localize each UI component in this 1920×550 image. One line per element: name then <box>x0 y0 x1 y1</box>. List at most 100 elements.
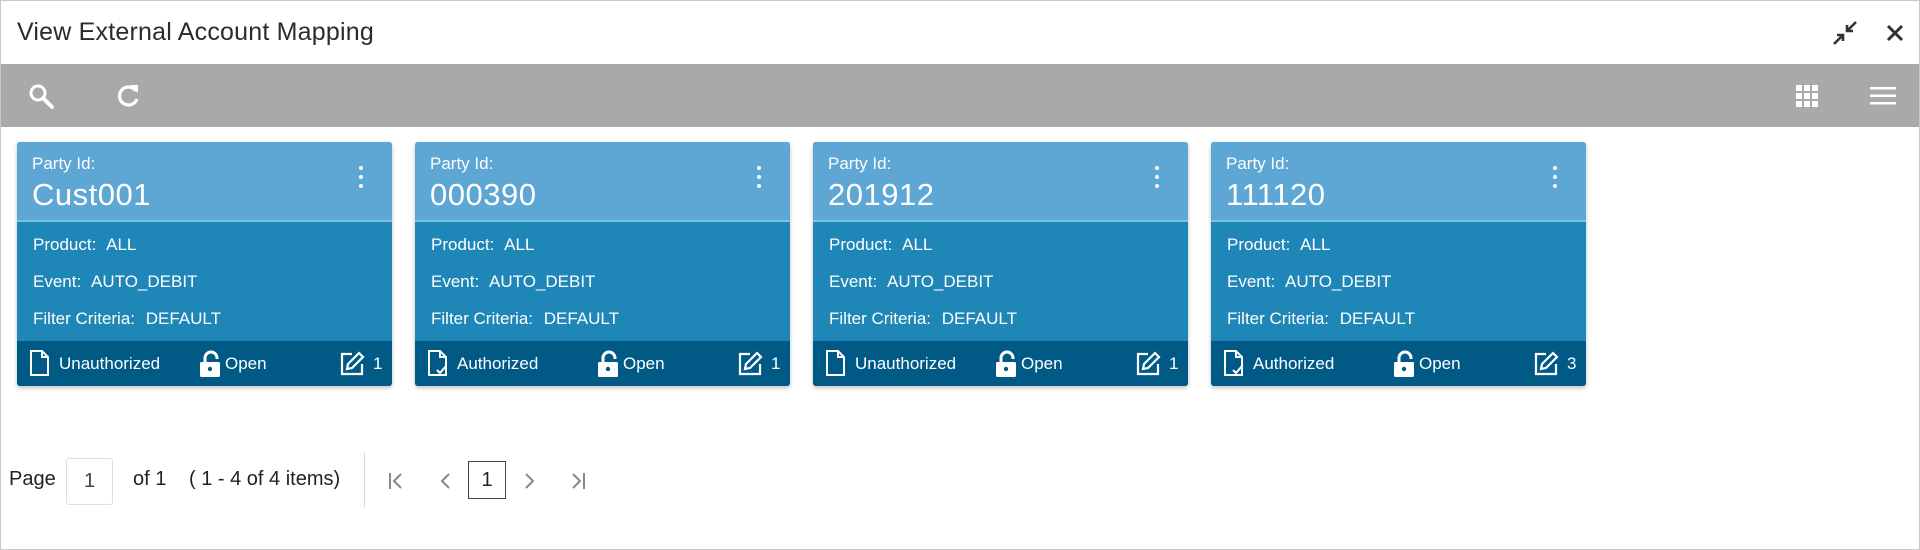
previous-page-icon[interactable] <box>432 468 458 494</box>
unlock-icon <box>199 350 223 378</box>
product-row: Product: ALL <box>829 232 1188 269</box>
record-status-text: Open <box>1021 353 1063 373</box>
filter-criteria-value: DEFAULT <box>543 309 620 328</box>
authorized-doc-icon <box>427 349 449 378</box>
filter-criteria-row: Filter Criteria: DEFAULT <box>1227 306 1586 343</box>
event-value: AUTO_DEBIT <box>887 272 994 291</box>
next-page-icon[interactable] <box>517 468 543 494</box>
record-status-text: Open <box>1419 353 1461 373</box>
product-label: Product: <box>1227 235 1291 254</box>
card-header: Party Id: 201912 <box>813 142 1188 222</box>
edit-icon <box>737 350 763 377</box>
card-menu-icon[interactable] <box>1550 166 1560 188</box>
minimize-icon[interactable] <box>1831 19 1859 47</box>
edit-icon <box>339 350 365 377</box>
authorization-status: Unauthorized <box>825 341 956 386</box>
card-menu-icon[interactable] <box>1152 166 1162 188</box>
party-id-value: 000390 <box>430 177 537 212</box>
card-footer: Authorized Open <box>1211 341 1586 386</box>
list-view-icon[interactable] <box>1867 80 1899 112</box>
card-header: Party Id: Cust001 <box>17 142 392 222</box>
search-icon[interactable] <box>25 80 57 112</box>
authorization-status: Authorized <box>427 341 538 386</box>
card-body: Product: ALL Event: AUTO_DEBIT Filter Cr… <box>17 222 392 339</box>
record-status: Open <box>1393 341 1461 386</box>
event-value: AUTO_DEBIT <box>1285 272 1392 291</box>
filter-criteria-row: Filter Criteria: DEFAULT <box>829 306 1188 343</box>
party-id-value: 201912 <box>828 177 935 212</box>
unlock-icon <box>995 350 1019 378</box>
product-value: ALL <box>902 235 933 254</box>
event-value: AUTO_DEBIT <box>489 272 596 291</box>
card-menu-icon[interactable] <box>356 166 366 188</box>
record-status: Open <box>995 341 1063 386</box>
record-status: Open <box>199 341 267 386</box>
window-title: View External Account Mapping <box>17 18 374 46</box>
items-summary: ( 1 - 4 of 4 items) <box>189 468 341 490</box>
current-page-button[interactable]: 1 <box>468 461 506 499</box>
product-row: Product: ALL <box>33 232 392 269</box>
close-icon[interactable] <box>1881 19 1909 47</box>
event-row: Event: AUTO_DEBIT <box>33 269 392 306</box>
event-value: AUTO_DEBIT <box>91 272 198 291</box>
record-card[interactable]: Party Id: Cust001 Product: ALL Event: AU… <box>17 142 392 386</box>
event-label: Event: <box>431 272 480 291</box>
pager-divider <box>364 453 365 507</box>
authorization-status-text: Authorized <box>457 353 539 373</box>
card-menu-icon[interactable] <box>754 166 764 188</box>
page-number-input[interactable]: 1 <box>66 458 113 505</box>
product-row: Product: ALL <box>431 232 790 269</box>
refresh-icon[interactable] <box>112 80 144 112</box>
filter-criteria-label: Filter Criteria: <box>829 309 932 328</box>
product-value: ALL <box>504 235 535 254</box>
product-label: Product: <box>829 235 893 254</box>
card-footer: Unauthorized Open 1 <box>17 341 392 386</box>
unlock-icon <box>597 350 621 378</box>
card-body: Product: ALL Event: AUTO_DEBIT Filter Cr… <box>1211 222 1586 339</box>
filter-criteria-row: Filter Criteria: DEFAULT <box>431 306 790 343</box>
modification-count[interactable]: 1 <box>737 341 780 386</box>
unauthorized-doc-icon <box>825 349 847 378</box>
authorization-status-text: Authorized <box>1253 353 1335 373</box>
card-footer: Unauthorized Open 1 <box>813 341 1188 386</box>
filter-criteria-label: Filter Criteria: <box>431 309 534 328</box>
filter-criteria-value: DEFAULT <box>941 309 1018 328</box>
party-id-label: Party Id: <box>32 154 96 173</box>
event-label: Event: <box>33 272 82 291</box>
card-body: Product: ALL Event: AUTO_DEBIT Filter Cr… <box>813 222 1188 339</box>
product-row: Product: ALL <box>1227 232 1586 269</box>
card-body: Product: ALL Event: AUTO_DEBIT Filter Cr… <box>415 222 790 339</box>
filter-criteria-value: DEFAULT <box>1339 309 1416 328</box>
modification-count-text: 3 <box>1567 353 1577 373</box>
last-page-icon[interactable] <box>565 468 591 494</box>
unauthorized-doc-icon <box>29 349 51 378</box>
product-label: Product: <box>33 235 97 254</box>
event-row: Event: AUTO_DEBIT <box>1227 269 1586 306</box>
modification-count[interactable]: 1 <box>339 341 382 386</box>
window-actions <box>1831 19 1909 47</box>
filter-criteria-value: DEFAULT <box>145 309 222 328</box>
event-row: Event: AUTO_DEBIT <box>829 269 1188 306</box>
record-status-text: Open <box>623 353 665 373</box>
grid-view-icon[interactable] <box>1791 80 1823 112</box>
modification-count[interactable]: 1 <box>1135 341 1178 386</box>
card-header: Party Id: 111120 <box>1211 142 1586 222</box>
edit-icon <box>1533 350 1559 377</box>
record-status-text: Open <box>225 353 267 373</box>
record-card[interactable]: Party Id: 000390 Product: ALL Event: AUT… <box>415 142 790 386</box>
record-card[interactable]: Party Id: 201912 Product: ALL Event: AUT… <box>813 142 1188 386</box>
product-label: Product: <box>431 235 495 254</box>
record-card[interactable]: Party Id: 111120 Product: ALL Event: AUT… <box>1211 142 1586 386</box>
modification-count[interactable]: 3 <box>1533 341 1576 386</box>
authorization-status: Authorized <box>1223 341 1334 386</box>
modification-count-text: 1 <box>771 353 781 373</box>
pagination: Page 1 of 1 ( 1 - 4 of 4 items) 1 <box>1 453 1919 507</box>
party-id-label: Party Id: <box>1226 154 1290 173</box>
event-label: Event: <box>829 272 878 291</box>
first-page-icon[interactable] <box>383 468 409 494</box>
card-footer: Authorized Open <box>415 341 790 386</box>
authorization-status-text: Unauthorized <box>59 353 161 373</box>
modification-count-text: 1 <box>1169 353 1179 373</box>
party-id-label: Party Id: <box>828 154 892 173</box>
event-label: Event: <box>1227 272 1276 291</box>
